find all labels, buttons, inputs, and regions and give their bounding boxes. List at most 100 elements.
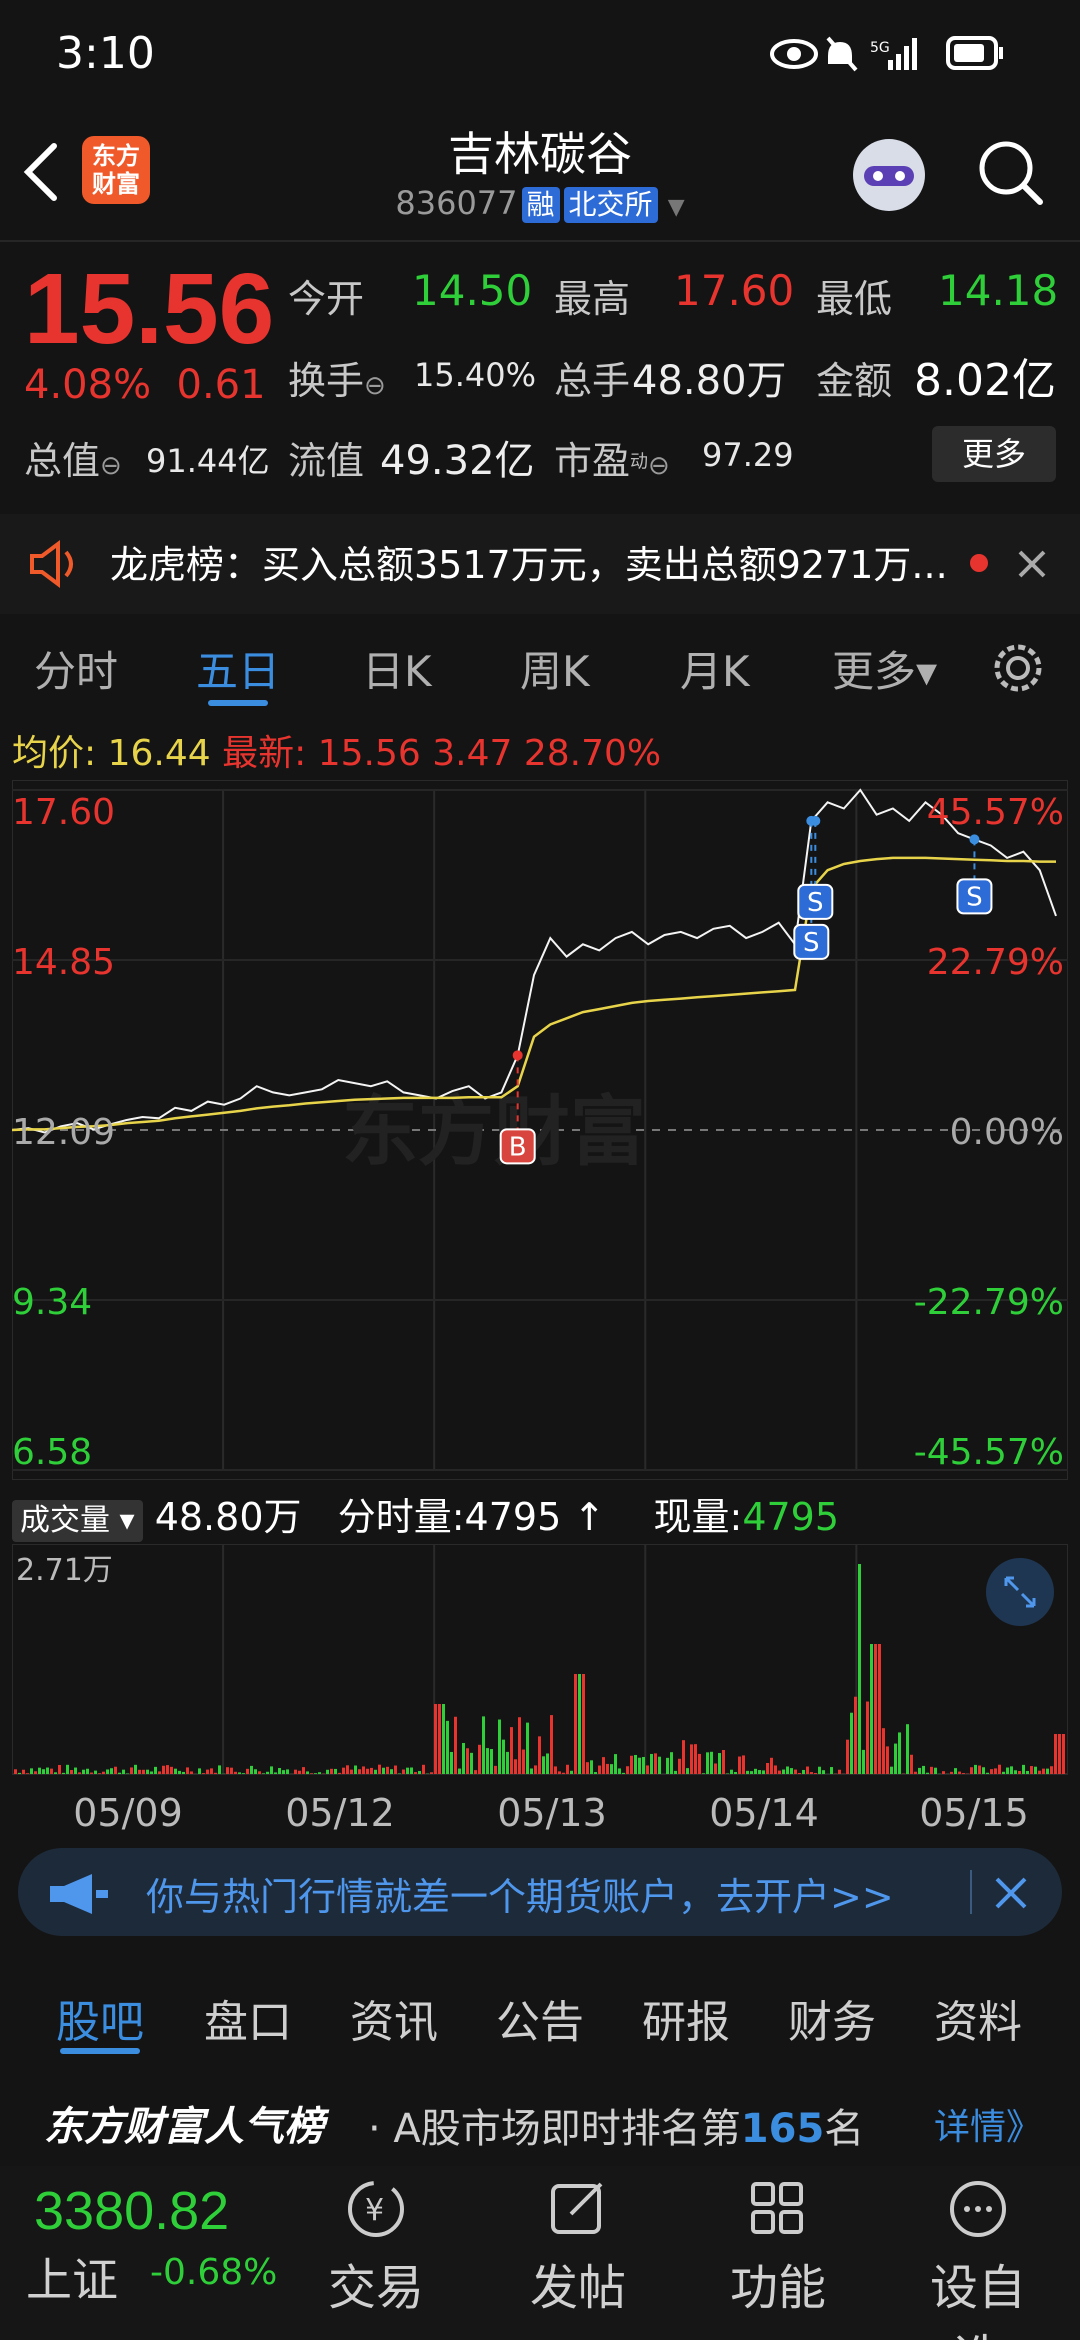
volume-dropdown[interactable]: 成交量 ▾ [12,1500,143,1542]
nav-label: 发帖 [529,2260,626,2316]
volume-bar [446,1720,449,1774]
nav-post[interactable]: 发帖 [508,2174,648,2318]
tab-research[interactable]: 研报 [642,1986,730,2050]
volume-bar [994,1768,997,1774]
tab-news[interactable]: 资讯 [350,1986,438,2050]
tab-weekly-k[interactable]: 周K [520,638,590,699]
volume-bar [910,1754,913,1774]
notice-bar[interactable]: 龙虎榜：买入总额3517万元，卖出总额9271万... [0,514,1080,614]
volume-bar [42,1769,45,1774]
volume-bar [494,1765,497,1774]
info-icon[interactable]: ⊖ [364,371,386,401]
exchange-tag: 北交所 [563,187,658,223]
volume-bar [326,1769,329,1774]
open-row: 今开 [288,277,365,321]
volume-bar [274,1772,277,1774]
volume-bar [694,1744,697,1774]
index-name[interactable]: 上证 [26,2244,118,2310]
volume-bar [498,1719,501,1774]
volume-bar [950,1771,953,1774]
volume-bar [666,1757,669,1774]
volume-bar [886,1746,889,1774]
price-chart[interactable]: 东方财富 17.60 14.85 12.09 9.34 6.58 45.57% 22.79% 0… [12,780,1068,1480]
volume-bar [86,1768,89,1774]
divider [970,1870,972,1914]
tab-underline [208,700,268,706]
volume-bar [550,1715,553,1774]
volume-bar [502,1739,505,1774]
volume-bar [350,1769,353,1774]
volume-bar [1006,1767,1009,1774]
volume-bar [234,1771,237,1774]
tab-announcements[interactable]: 公告 [496,1986,584,2050]
info-icon[interactable]: ⊖ [648,451,670,481]
volume-bar [714,1763,717,1774]
status-time: 3:10 [56,28,155,79]
tab-forum[interactable]: 股吧 [56,1986,144,2050]
close-icon[interactable] [1016,548,1048,580]
volume-bar [846,1739,849,1774]
volume-bar [422,1764,425,1774]
volume-bar [130,1767,133,1774]
nav-trade[interactable]: ¥ 交易 [306,2174,446,2318]
tab-daily-k[interactable]: 日K [362,638,432,699]
turnover-value: 15.40% [414,356,537,394]
search-icon[interactable] [976,138,1046,208]
volume-bar [438,1704,441,1774]
tab-monthly-k[interactable]: 月K [680,638,750,699]
volume-bar [22,1769,25,1774]
tab-intraday[interactable]: 分时 [34,638,118,699]
rank-details-link[interactable]: 详情》 [934,2098,1042,2150]
tab-five-day[interactable]: 五日 [196,638,280,699]
price-change: 4.08% 0.61 [24,362,266,408]
close-icon[interactable] [994,1876,1028,1910]
tab-finance[interactable]: 财务 [788,1986,876,2050]
volume-bar [862,1749,865,1774]
latest-value: 15.56 [317,733,421,774]
gear-icon[interactable] [990,640,1046,696]
volume-bar [334,1768,337,1774]
y-label-left: 12.09 [12,1112,115,1153]
robot-avatar-icon[interactable] [844,130,934,220]
signal-point [969,834,980,845]
date-label: 05/14 [709,1791,819,1834]
promo-banner[interactable]: 你与热门行情就差一个期货账户，去开户>> [18,1848,1062,1936]
nav-add-watchlist[interactable]: 设自选 [908,2174,1048,2340]
volume-chart[interactable]: 2.71万 05/09 05/12 05/13 05/14 05/15 [12,1544,1068,1834]
current-price: 15.56 [24,253,275,365]
y-label-right: 22.79% [927,942,1064,983]
index-value[interactable]: 3380.82 [34,2180,229,2242]
volume-bar [314,1773,317,1774]
volume-bar [50,1768,53,1774]
volume-bar [738,1756,741,1774]
volume-bar [626,1766,629,1774]
volume-bar [830,1767,833,1774]
more-button[interactable]: 更多 [932,426,1056,482]
volume-bar [838,1769,841,1774]
battery-icon [946,36,1003,70]
status-bar: 3:10 5G [0,0,1080,110]
tab-profile[interactable]: 资料 [934,1986,1022,2050]
popularity-rank[interactable]: 东方财富人气榜 · A股市场即时排名第165名 详情》 [0,2080,1080,2164]
volume-bar [1038,1770,1041,1774]
nav-functions[interactable]: 功能 [708,2174,848,2318]
rank-text: · A股市场即时排名第165名 [368,2106,865,2152]
volume-bar [38,1767,41,1774]
volume-bar [562,1772,565,1774]
volume-bar [894,1743,897,1774]
info-icon[interactable]: ⊖ [100,451,122,481]
volume-bar [650,1753,653,1774]
volume-bar [874,1644,877,1774]
tab-orderbook[interactable]: 盘口 [204,1986,292,2050]
volume-bar [854,1696,857,1774]
volume-bar [346,1765,349,1774]
volume-bar [54,1772,57,1774]
volume-bar [198,1768,201,1774]
volume-bar [638,1757,641,1774]
volume-bar [594,1772,597,1774]
volume-bar [934,1767,937,1774]
volume-bar [226,1767,229,1774]
volume-bar [602,1757,605,1774]
volume-bar [62,1772,65,1774]
tab-more[interactable]: 更多▾ [832,638,937,699]
